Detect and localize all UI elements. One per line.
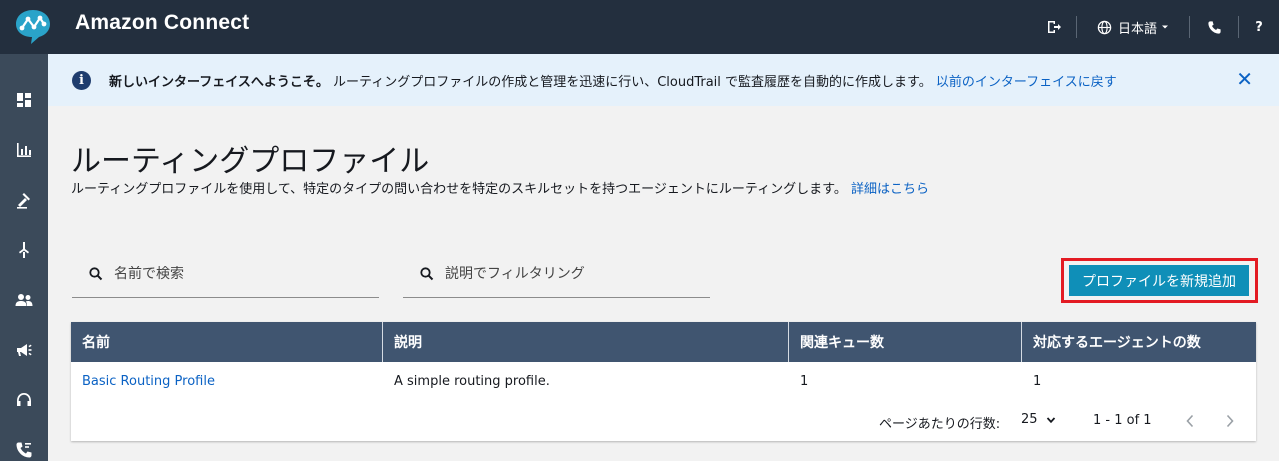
next-page-button[interactable] bbox=[1220, 410, 1240, 432]
phone-icon bbox=[1207, 20, 1221, 34]
column-header-agents[interactable]: 対応するエージェントの数 bbox=[1022, 322, 1256, 362]
profile-name-link[interactable]: Basic Routing Profile bbox=[71, 362, 383, 400]
users-icon bbox=[15, 294, 33, 306]
info-banner: i 新しいインターフェイスへようこそ。 ルーティングプロファイルの作成と管理を迅… bbox=[48, 54, 1279, 106]
sidebar-item-routing[interactable] bbox=[0, 180, 48, 220]
add-profile-button[interactable]: プロファイルを新規追加 bbox=[1069, 265, 1249, 296]
globe-icon bbox=[1097, 20, 1112, 34]
details-link[interactable]: 詳細はこちら bbox=[851, 182, 929, 197]
name-search-input[interactable] bbox=[114, 265, 334, 282]
column-header-queues[interactable]: 関連キュー数 bbox=[789, 322, 1022, 362]
sidebar-item-campaigns[interactable] bbox=[0, 330, 48, 370]
column-header-description[interactable]: 説明 bbox=[383, 322, 789, 362]
banner-message: 新しいインターフェイスへようこそ。 ルーティングプロファイルの作成と管理を迅速に… bbox=[109, 71, 1117, 90]
megaphone-icon bbox=[17, 344, 32, 356]
pagination-range: 1 - 1 of 1 bbox=[1093, 413, 1152, 428]
language-selector[interactable]: 日本語 bbox=[1077, 0, 1189, 54]
metrics-icon bbox=[17, 143, 31, 157]
previous-page-button[interactable] bbox=[1180, 410, 1200, 432]
info-icon: i bbox=[72, 71, 91, 90]
description-filter-field[interactable] bbox=[403, 250, 710, 298]
language-label: 日本語 bbox=[1117, 21, 1157, 37]
sidebar-item-metrics[interactable] bbox=[0, 130, 48, 170]
logout-button[interactable] bbox=[1032, 0, 1076, 54]
banner-text: ルーティングプロファイルの作成と管理を迅速に行い、CloudTrail で監査履… bbox=[332, 75, 932, 90]
sidebar-item-dashboard[interactable] bbox=[0, 80, 48, 120]
top-right-controls: 日本語 ? bbox=[1032, 0, 1279, 54]
amazon-connect-logo bbox=[16, 10, 50, 44]
headset-icon bbox=[17, 393, 31, 406]
routing-profiles-table: 名前 説明 関連キュー数 対応するエージェントの数 Basic Routing … bbox=[71, 322, 1256, 441]
table-pagination: ページあたりの行数: 25 1 - 1 of 1 bbox=[71, 402, 1256, 441]
search-icon bbox=[420, 266, 434, 280]
rows-per-page-select[interactable]: 25 bbox=[1021, 412, 1056, 427]
search-icon bbox=[89, 266, 103, 280]
sidebar-item-contact-control-panel[interactable] bbox=[0, 380, 48, 420]
profile-queue-count: 1 bbox=[800, 373, 809, 389]
logout-icon bbox=[1048, 21, 1061, 33]
sidebar-item-users[interactable] bbox=[0, 280, 48, 320]
chevron-left-icon bbox=[1186, 414, 1194, 428]
profile-agent-count: 1 bbox=[1033, 373, 1042, 389]
page-title: ルーティングプロファイル bbox=[71, 144, 430, 179]
sidebar-item-flows[interactable] bbox=[0, 230, 48, 270]
caret-down-icon bbox=[1162, 25, 1168, 29]
brand-title: Amazon Connect bbox=[75, 11, 250, 34]
routing-icon bbox=[17, 193, 30, 209]
chevron-right-icon bbox=[1226, 414, 1234, 428]
dashboard-icon bbox=[17, 93, 31, 107]
flows-icon bbox=[19, 242, 29, 258]
profile-description: A simple routing profile. bbox=[394, 373, 550, 389]
sidebar bbox=[0, 54, 48, 461]
page-description-text: ルーティングプロファイルを使用して、特定のタイプの問い合わせを特定のスキルセット… bbox=[71, 182, 847, 197]
table-header: 名前 説明 関連キュー数 対応するエージェントの数 bbox=[71, 322, 1256, 362]
table-row: Basic Routing Profile A simple routing p… bbox=[71, 362, 1256, 400]
sidebar-item-phone-numbers[interactable] bbox=[0, 430, 48, 461]
previous-interface-link[interactable]: 以前のインターフェイスに戻す bbox=[936, 75, 1117, 90]
help-button[interactable]: ? bbox=[1239, 0, 1279, 54]
column-header-name[interactable]: 名前 bbox=[71, 322, 383, 362]
phone-button[interactable] bbox=[1190, 0, 1238, 54]
page-description: ルーティングプロファイルを使用して、特定のタイプの問い合わせを特定のスキルセット… bbox=[71, 178, 929, 197]
banner-title: 新しいインターフェイスへようこそ。 bbox=[109, 75, 329, 90]
name-search-field[interactable] bbox=[72, 250, 379, 298]
top-navigation-bar: Amazon Connect 日本語 ? bbox=[0, 0, 1279, 54]
rows-per-page-value: 25 bbox=[1021, 412, 1038, 427]
rows-per-page-label: ページあたりの行数: bbox=[879, 417, 1001, 432]
chevron-down-icon bbox=[1046, 416, 1055, 423]
close-icon[interactable]: ✕ bbox=[1236, 67, 1253, 91]
phone-icon bbox=[16, 442, 32, 458]
description-filter-input[interactable] bbox=[445, 265, 665, 282]
